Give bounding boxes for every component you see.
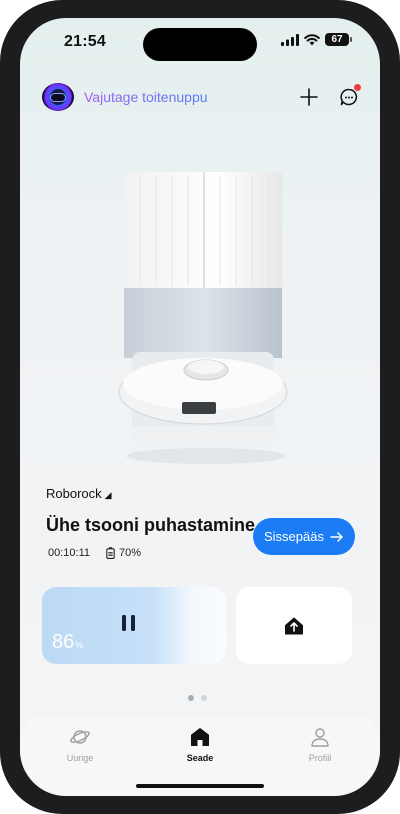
dock-home-icon: [285, 617, 303, 634]
device-prompt[interactable]: Vajutage toitenuppu: [84, 89, 208, 105]
add-device-button[interactable]: [298, 86, 320, 108]
tab-device-label: Seade: [186, 753, 214, 763]
battery-level: 70%: [119, 547, 142, 559]
battery-control-card[interactable]: 86%: [42, 587, 226, 664]
brand-mark-icon: ◢: [104, 490, 112, 500]
entry-button-label: Sissepääs: [264, 529, 324, 544]
tab-profile[interactable]: Profiil: [275, 726, 365, 796]
status-icons: 67: [281, 33, 352, 46]
dynamic-island: [143, 28, 257, 61]
device-avatar-icon[interactable]: [42, 83, 74, 111]
percent-sign: %: [75, 640, 84, 650]
return-to-dock-card[interactable]: [236, 587, 352, 664]
signal-icon: [281, 33, 299, 46]
phone-frame: 21:54 67 Vajutage toitenuppu Roborock ◢ …: [0, 0, 400, 814]
messages-button[interactable]: [338, 84, 361, 108]
volume-down-button: [0, 272, 1, 324]
pause-icon[interactable]: [122, 615, 135, 631]
tab-profile-label: Profiil: [308, 753, 332, 763]
battery-percent-display: 86%: [52, 631, 83, 654]
page-indicator: [188, 695, 207, 701]
person-icon: [311, 728, 329, 747]
home-icon: [191, 728, 209, 746]
silent-switch: [0, 158, 1, 188]
battery-percent: 86: [52, 631, 75, 653]
app-screen: 21:54 67 Vajutage toitenuppu Roborock ◢ …: [20, 18, 380, 796]
battery-level-icon: [106, 547, 115, 559]
plus-icon: [300, 88, 318, 106]
wifi-icon: [304, 33, 320, 45]
notification-dot: [354, 84, 361, 91]
app-header: Vajutage toitenuppu: [42, 82, 361, 112]
page-dot[interactable]: [201, 695, 207, 701]
planet-icon: [70, 730, 90, 744]
battery-tip: [350, 37, 352, 42]
robot-dock-image: [108, 166, 304, 466]
home-indicator[interactable]: [136, 784, 264, 788]
tab-explore-label: Uurige: [66, 753, 94, 763]
brand-name: Roborock: [46, 486, 102, 501]
session-info: 00:10:11 70%: [48, 547, 141, 559]
cleaning-mode-title: Ühe tsooni puhastamine: [46, 515, 256, 535]
status-time: 21:54: [64, 33, 106, 50]
page-dot-active[interactable]: [188, 695, 194, 701]
battery-indicator: 67: [325, 33, 349, 46]
arrow-right-icon: [330, 531, 343, 542]
robot-illustration: [118, 172, 288, 464]
device-brand: Roborock ◢: [46, 486, 112, 501]
tab-explore[interactable]: Uurige: [35, 726, 125, 796]
volume-up-button: [0, 208, 1, 260]
elapsed-time: 00:10:11: [48, 547, 91, 559]
entry-button[interactable]: Sissepääs: [253, 518, 355, 555]
